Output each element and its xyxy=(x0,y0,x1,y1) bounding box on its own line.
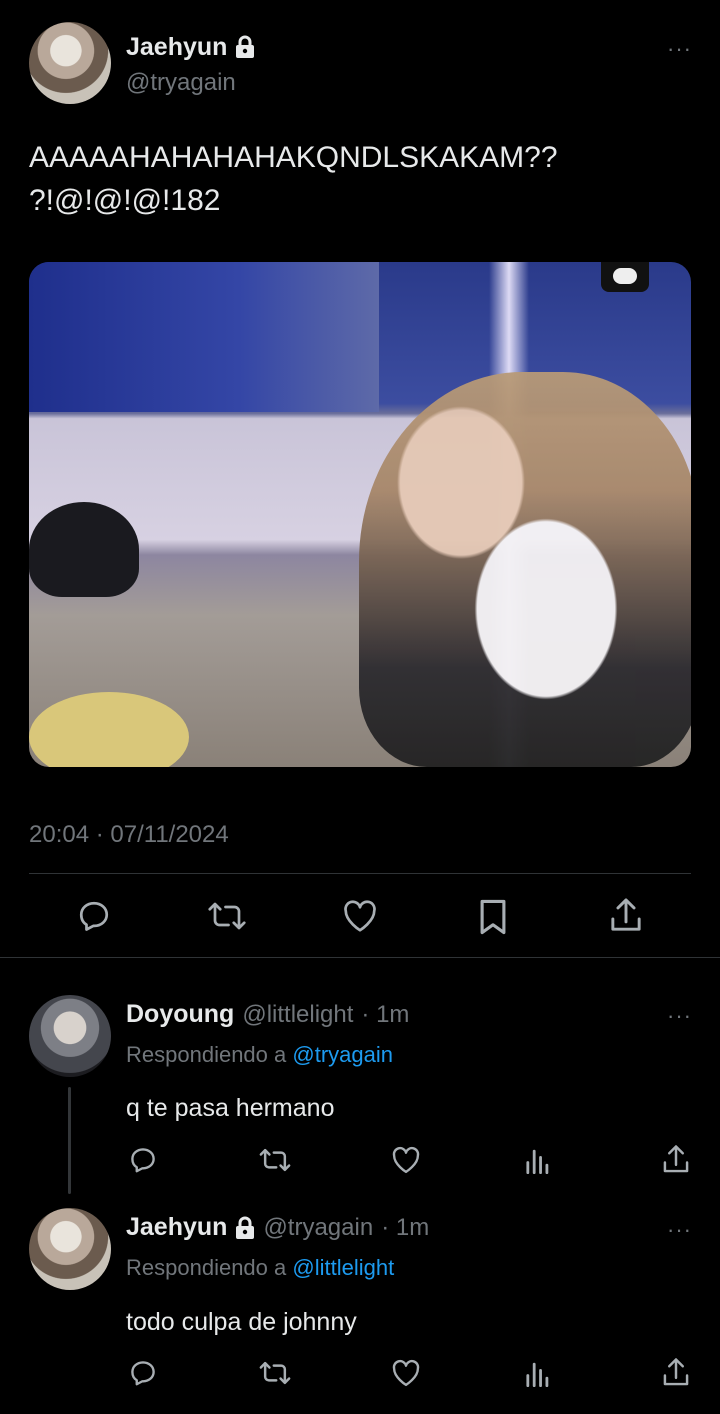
media-dark-object xyxy=(29,502,139,597)
views-icon[interactable] xyxy=(525,1359,551,1387)
mention-link[interactable]: @tryagain xyxy=(292,1042,393,1067)
mention-link[interactable]: @littlelight xyxy=(292,1255,394,1280)
reply-text: todo culpa de johnny xyxy=(126,1308,357,1336)
reply-author-handle[interactable]: @tryagain xyxy=(263,1214,373,1242)
media-yellow-object xyxy=(29,692,189,767)
reply-header: Doyoung @littlelight · 1m xyxy=(126,1000,409,1029)
author-name-row: Jaehyun xyxy=(126,30,255,64)
reply-icon[interactable] xyxy=(76,898,112,934)
like-icon[interactable] xyxy=(342,899,378,933)
media-background-wall xyxy=(29,262,379,412)
tweet-media-image[interactable] xyxy=(29,262,691,767)
author-name[interactable]: Jaehyun xyxy=(126,33,227,62)
more-options-icon[interactable]: ··· xyxy=(667,1217,692,1243)
lock-icon xyxy=(235,35,255,59)
reply-avatar[interactable] xyxy=(29,995,111,1077)
more-options-icon[interactable]: ··· xyxy=(667,36,692,62)
reply-icon[interactable] xyxy=(128,1358,158,1388)
tweet-text-line: ?!@!@!@!182 xyxy=(29,184,221,217)
tweet-text-line: AAAAAHAHAHAHAKQNDLSKAKAM?? xyxy=(29,141,558,174)
reply-text: q te pasa hermano xyxy=(126,1094,335,1122)
reply-author-name[interactable]: Jaehyun xyxy=(126,1213,227,1242)
reply-author-handle[interactable]: @littlelight xyxy=(242,1001,353,1029)
reply-avatar[interactable] xyxy=(29,1208,111,1290)
share-icon[interactable] xyxy=(661,1357,691,1389)
retweet-icon[interactable] xyxy=(207,898,247,934)
replying-to: Respondiendo a @tryagain xyxy=(126,1042,393,1068)
reply-header: Jaehyun @tryagain · 1m xyxy=(126,1213,429,1242)
tweet-text: AAAAAHAHAHAHAKQNDLSKAKAM?? ?!@!@!@!182 xyxy=(29,136,689,222)
more-options-icon[interactable]: ··· xyxy=(667,1003,692,1029)
retweet-icon[interactable] xyxy=(259,1358,291,1388)
author-handle[interactable]: @tryagain xyxy=(126,69,236,97)
author-avatar[interactable] xyxy=(29,22,111,104)
like-icon[interactable] xyxy=(391,1146,421,1174)
share-icon[interactable] xyxy=(608,897,644,935)
retweet-icon[interactable] xyxy=(259,1145,291,1175)
replying-to: Respondiendo a @littlelight xyxy=(126,1255,394,1281)
section-divider xyxy=(0,957,720,958)
share-icon[interactable] xyxy=(661,1144,691,1176)
replying-prefix: Respondiendo a xyxy=(126,1255,287,1280)
tv-logo-icon xyxy=(601,262,649,292)
bookmark-icon[interactable] xyxy=(479,898,507,936)
lock-icon xyxy=(235,1216,255,1240)
tweet-timestamp[interactable]: 20:04 · 07/11/2024 xyxy=(29,821,229,849)
divider xyxy=(29,873,691,874)
replying-prefix: Respondiendo a xyxy=(126,1042,287,1067)
media-person xyxy=(359,372,691,767)
thread-line xyxy=(68,1087,71,1194)
reply-age: · 1m xyxy=(361,1001,410,1028)
reply-age: · 1m xyxy=(381,1213,430,1241)
views-icon[interactable] xyxy=(525,1146,551,1174)
reply-icon[interactable] xyxy=(128,1145,158,1175)
reply-author-name[interactable]: Doyoung xyxy=(126,1000,234,1029)
like-icon[interactable] xyxy=(391,1359,421,1387)
